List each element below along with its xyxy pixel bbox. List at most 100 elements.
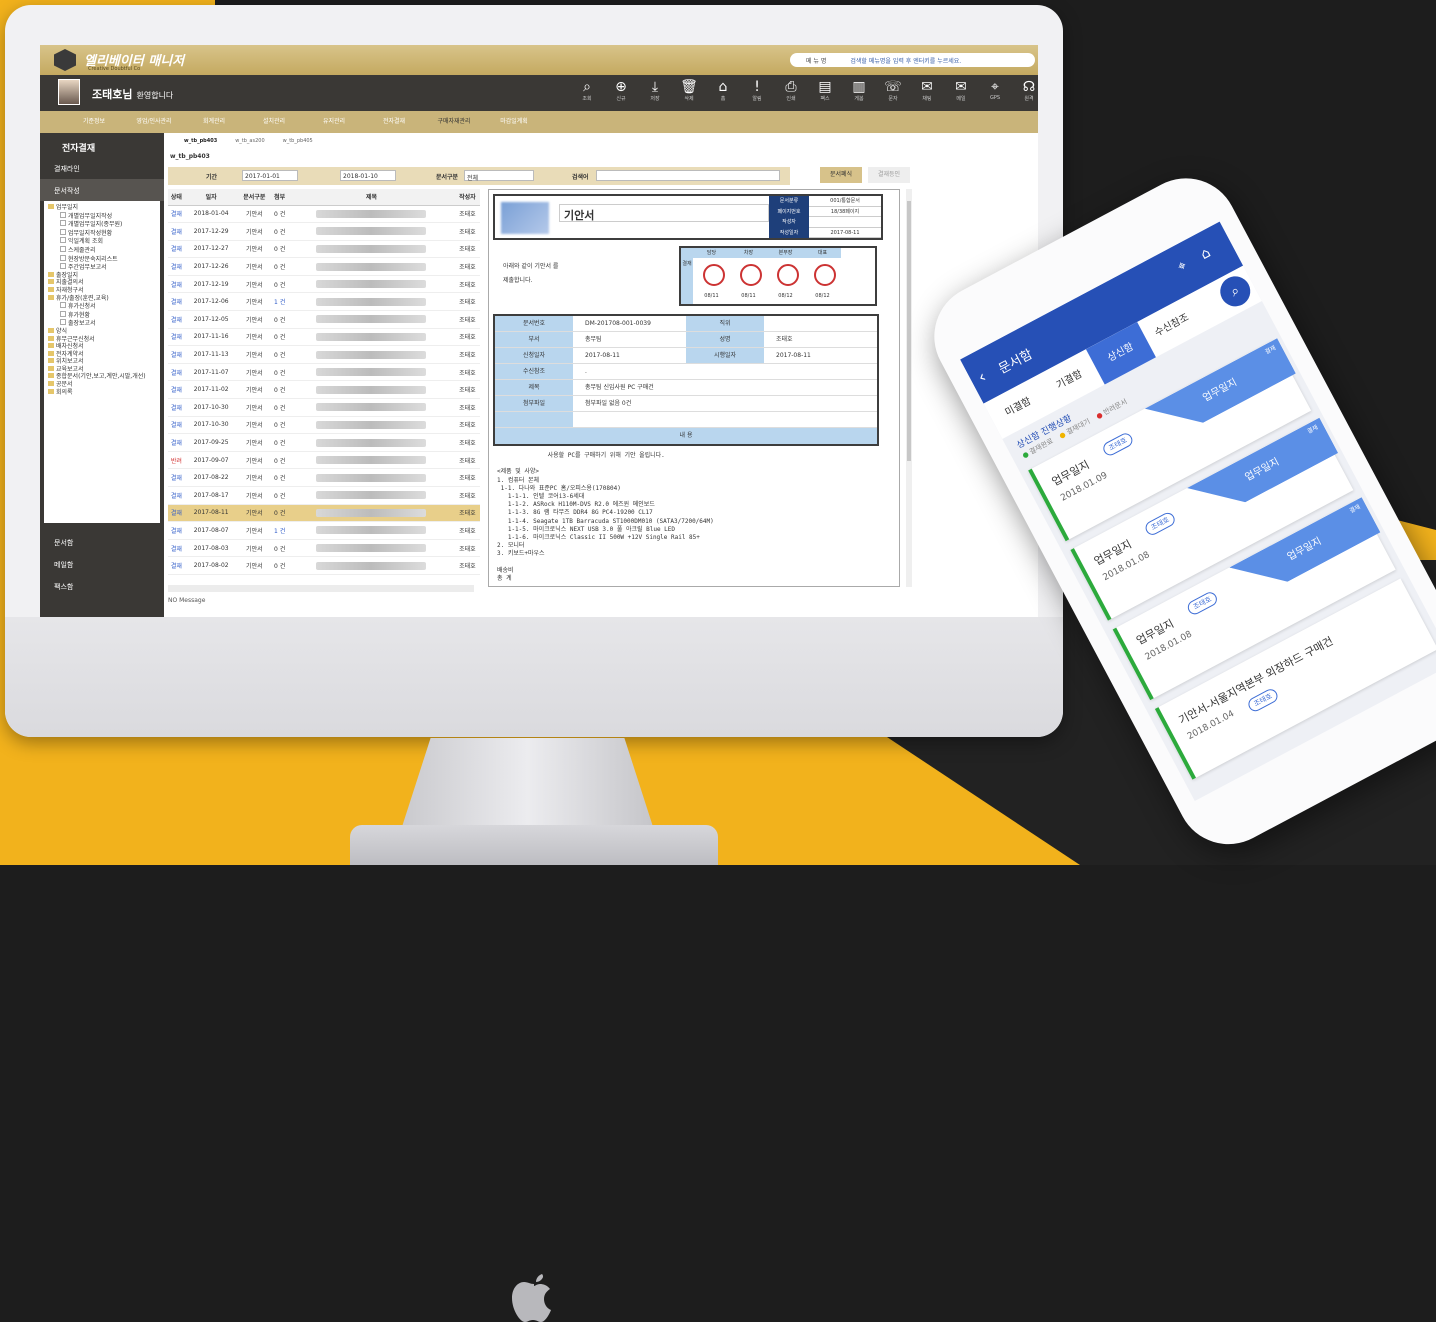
table-row[interactable]: 결재 2017-10-30 기안서 0 건 조태호 — [168, 398, 480, 417]
tree-item[interactable]: 공문서 — [48, 381, 156, 389]
table-row[interactable]: 결재 2017-12-29 기안서 0 건 조태호 — [168, 222, 480, 241]
grid-column-header[interactable]: 제목 — [288, 189, 455, 206]
grid-column-header[interactable]: 작성자 — [454, 189, 480, 206]
tree-item[interactable]: 지출결의서 — [48, 279, 156, 287]
tool-fax-button[interactable]: ▤ 팩스 — [808, 79, 842, 102]
tool-new-button[interactable]: ⊕ 신규 — [604, 79, 638, 102]
sidebar-item-document-box[interactable]: 문서함 — [40, 531, 164, 553]
table-row[interactable]: 반려 2017-09-07 기안서 0 건 조태호 — [168, 451, 480, 470]
grid-horizontal-scrollbar[interactable] — [168, 585, 474, 592]
menu-item[interactable]: 전자결재 — [364, 111, 424, 133]
table-row[interactable]: 결재 2017-08-03 기안서 0 건 조태호 — [168, 539, 480, 558]
table-row[interactable]: 결재 2017-11-07 기안서 0 건 조태호 — [168, 363, 480, 382]
tree-item[interactable]: 출장보고서 — [48, 319, 156, 328]
tree-item[interactable]: 휴가현황 — [48, 311, 156, 320]
table-row[interactable]: 결재 2017-10-30 기안서 0 건 조태호 — [168, 416, 480, 435]
tree-item[interactable]: 양식 — [48, 328, 156, 336]
tree-item[interactable]: 주간업무보고서 — [48, 263, 156, 272]
table-row[interactable]: 결재 2017-12-06 기안서 1 건 조태호 — [168, 292, 480, 312]
tool-book-button[interactable]: ▥ 게봄 — [842, 79, 876, 102]
search-input[interactable] — [596, 170, 780, 181]
tool-delete-button[interactable]: 🗑 삭제 — [672, 79, 706, 102]
fax-icon: ▤ — [818, 79, 832, 95]
tree-item[interactable]: 스케줄관리 — [48, 246, 156, 255]
grid-column-header[interactable]: 첨부 — [271, 189, 289, 206]
tab-pb405[interactable]: w_tb_pb405 — [283, 133, 331, 149]
table-row[interactable]: 결재 2017-08-02 기안서 0 건 조태호 — [168, 556, 480, 575]
back-icon[interactable]: ‹ — [975, 367, 990, 387]
date-to-input[interactable]: 2018-01-10 — [340, 170, 396, 181]
menu-item[interactable]: 설치관리 — [244, 111, 304, 133]
menu-item[interactable]: 유지관리 — [304, 111, 364, 133]
tool-phone-button[interactable]: ☏ 문자 — [876, 79, 910, 102]
table-row[interactable]: 결재 2017-12-26 기안서 0 건 조태호 — [168, 257, 480, 276]
sidebar-item-mail-box[interactable]: 메일함 — [40, 553, 164, 575]
tab-pb403[interactable]: w_tb_pb403 — [184, 133, 235, 149]
approve-button[interactable]: 결재등인 — [868, 167, 910, 183]
table-row[interactable]: 결재 2017-11-02 기안서 0 건 조태호 — [168, 380, 480, 400]
tool-gps-button[interactable]: ⌖ GPS — [978, 79, 1012, 102]
report-button[interactable]: 문서폐식 — [820, 167, 862, 183]
home-icon[interactable]: ⌂ — [1198, 245, 1213, 263]
table-row[interactable]: 결재 2017-12-19 기안서 0 건 조태호 — [168, 275, 480, 294]
menu-item[interactable]: 구매자재관리 — [424, 111, 484, 133]
tree-item[interactable]: 자재청구서 — [48, 287, 156, 295]
tool-headset-button[interactable]: ☊ 원격 — [1012, 79, 1038, 102]
menu-item[interactable]: 영업/인사관리 — [124, 111, 184, 133]
menu-item[interactable]: 회계관리 — [184, 111, 244, 133]
table-row[interactable]: 결재 2017-11-13 기안서 0 건 조태호 — [168, 345, 480, 364]
tool-home-button[interactable]: ⌂ 홈 — [706, 79, 740, 102]
location-icon[interactable]: ⌖ — [1175, 257, 1189, 275]
table-row[interactable]: 결재 2018-01-04 기안서 0 건 조태호 — [168, 205, 480, 224]
status-cell: 결재 — [168, 486, 185, 505]
author-cell: 조태호 — [454, 398, 480, 417]
menu-item[interactable]: 마감일계획 — [484, 111, 544, 133]
field-value-empty — [573, 412, 877, 427]
tree-item[interactable]: 익일계획 조회 — [48, 237, 156, 246]
table-row[interactable]: 결재 2017-08-07 기안서 1 건 조태호 — [168, 521, 480, 540]
document-vertical-scrollbar[interactable] — [906, 189, 912, 587]
menu-item[interactable]: 기준정보 — [64, 111, 124, 133]
tree-item[interactable]: 현장방문숙지리스트 — [48, 255, 156, 264]
tree-item[interactable]: 위치보고서 — [48, 358, 156, 366]
status-cell: 결재 — [168, 416, 185, 435]
status-message: NO Message — [168, 597, 206, 604]
table-row[interactable]: 결재 2017-09-25 기안서 0 건 조태호 — [168, 433, 480, 452]
tree-item[interactable]: 업무일지 — [48, 204, 156, 212]
sidebar-item-document-write[interactable]: 문서작성 — [40, 179, 164, 201]
blurred-title — [316, 473, 427, 482]
tool-print-button[interactable]: ⎙ 인쇄 — [774, 79, 808, 102]
tool-search-button[interactable]: ⌕ 조회 — [570, 79, 604, 102]
tab-as200[interactable]: w_tb_as200 — [235, 133, 282, 149]
tree-item[interactable]: 회의록 — [48, 389, 156, 397]
table-row[interactable]: 결재 2017-12-27 기안서 0 건 조태호 — [168, 240, 480, 259]
grid-column-header[interactable]: 문서구분 — [237, 189, 272, 206]
tree-item[interactable]: 배차신청서 — [48, 343, 156, 351]
tree-item[interactable]: 휴가/출장(훈련,교육) — [48, 295, 156, 303]
tool-chat-button[interactable]: ✉ 채팅 — [910, 79, 944, 102]
tool-mail-button[interactable]: ✉ 메일 — [944, 79, 978, 102]
content-header: 내 용 — [495, 428, 877, 444]
tool-save-button[interactable]: ⤓ 저장 — [638, 79, 672, 102]
tree-item[interactable]: 휴가신청서 — [48, 302, 156, 311]
table-row[interactable]: 결재 2017-12-05 기안서 0 건 조태호 — [168, 310, 480, 329]
sidebar-item-fax-box[interactable]: 팩스함 — [40, 575, 164, 597]
doctype-select[interactable]: 전체 — [464, 170, 534, 182]
menu-search-input[interactable]: 메 뉴 명 검색할 메뉴명을 입력 후 엔터키를 누르세요. — [790, 53, 1035, 67]
tree-item[interactable]: 종합문서(기안,보고,계안,시말,개선) — [48, 373, 156, 381]
tree-item[interactable]: 개별업무일지작성 — [48, 212, 156, 221]
sidebar-section-title[interactable]: 전자결재 — [40, 133, 164, 157]
tool-alert-button[interactable]: ! 알림 — [740, 79, 774, 102]
table-row[interactable]: 결재 2017-08-11 기안서 0 건 조태호 — [168, 504, 480, 523]
table-row[interactable]: 결재 2017-08-17 기안서 0 건 조태호 — [168, 486, 480, 505]
table-row[interactable]: 결재 2017-08-22 기안서 0 건 조태호 — [168, 468, 480, 487]
app-subtitle: Creative Doubtful Co — [88, 66, 141, 72]
sidebar-item-approval-line[interactable]: 결재라인 — [40, 157, 164, 179]
grid-column-header[interactable]: 일자 — [184, 189, 238, 206]
tree-item[interactable]: 휴무근무신청서 — [48, 336, 156, 344]
tree-item[interactable]: 개별업무일지(종무원) — [48, 220, 156, 229]
date-from-input[interactable]: 2017-01-01 — [242, 170, 298, 181]
tree-item[interactable]: 업무일지작성현황 — [48, 229, 156, 238]
grid-column-header[interactable]: 상태 — [168, 189, 185, 206]
table-row[interactable]: 결재 2017-11-16 기안서 0 건 조태호 — [168, 328, 480, 347]
